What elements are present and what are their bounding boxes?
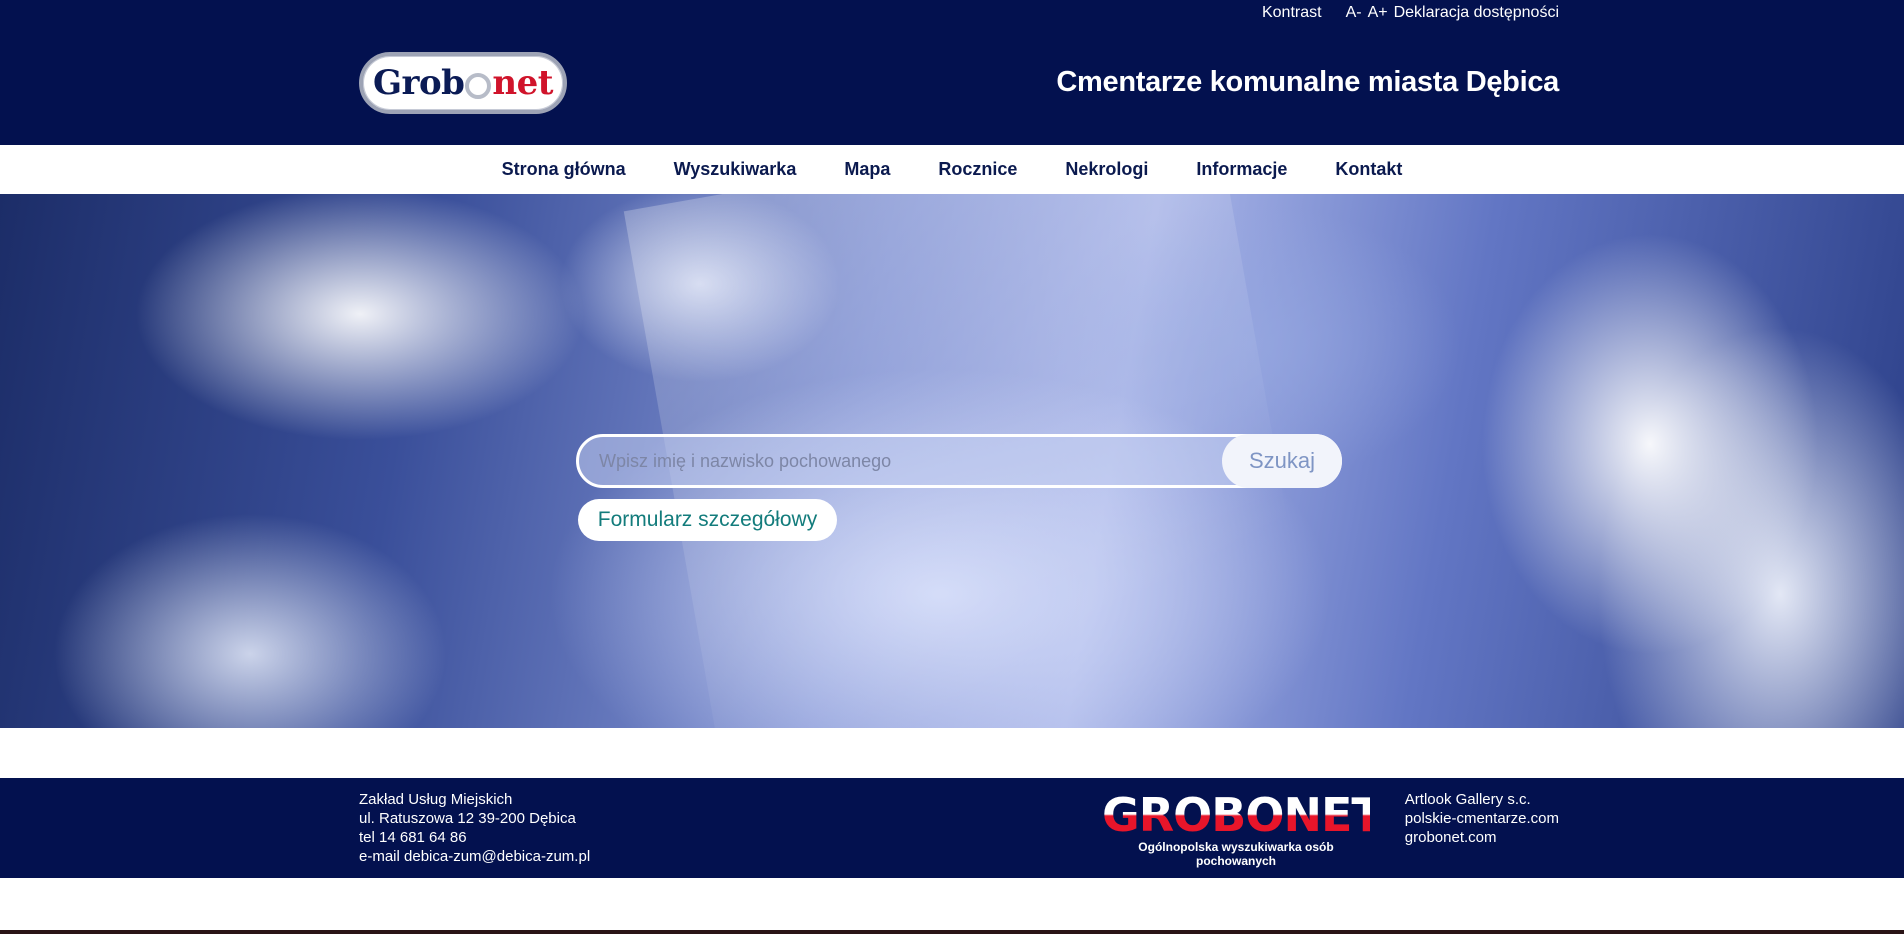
- logo-text-left: Grob: [373, 63, 465, 103]
- logo-text-right: net: [492, 63, 553, 103]
- grobonet-tagline: Ogólnopolska wyszukiwarka osób pochowany…: [1138, 840, 1334, 868]
- footer: Zakład Usług Miejskich ul. Ratuszowa 12 …: [0, 778, 1904, 878]
- header-bar: Kontrast A- A+ Deklaracja dostępności Gr…: [0, 0, 1904, 145]
- search-button[interactable]: Szukaj: [1222, 434, 1342, 488]
- search-bar: Szukaj: [576, 434, 1342, 488]
- address-line-email[interactable]: e-mail debica-zum@debica-zum.pl: [359, 847, 590, 866]
- main-nav: Strona główna Wyszukiwarka Mapa Rocznice…: [0, 145, 1904, 194]
- nav-item-information[interactable]: Informacje: [1196, 159, 1287, 180]
- footer-link-polskie-cmentarze[interactable]: polskie-cmentarze.com: [1405, 809, 1559, 828]
- detailed-form-button[interactable]: Formularz szczegółowy: [578, 499, 837, 541]
- logo-ring-icon: [465, 73, 492, 99]
- footer-link-artlook[interactable]: Artlook Gallery s.c.: [1405, 790, 1559, 809]
- nav-item-home[interactable]: Strona główna: [502, 159, 626, 180]
- font-increase-button[interactable]: A+: [1368, 4, 1388, 22]
- nav-item-map[interactable]: Mapa: [844, 159, 890, 180]
- grobonet-footer-logo[interactable]: GROBONET Ogólnopolska wyszukiwarka osób …: [1102, 788, 1383, 868]
- address-line-street: ul. Ratuszowa 12 39-200 Dębica: [359, 810, 576, 827]
- nav-item-obituaries[interactable]: Nekrologi: [1065, 159, 1148, 180]
- hero-sky-banner: Szukaj Formularz szczegółowy: [0, 194, 1904, 728]
- site-title: Cmentarze komunalne miasta Dębica: [1056, 66, 1559, 98]
- font-decrease-button[interactable]: A-: [1346, 4, 1362, 22]
- bottom-divider: [0, 930, 1904, 934]
- accessibility-statement-link[interactable]: Deklaracja dostępności: [1394, 4, 1559, 22]
- accessibility-bar: Kontrast A- A+ Deklaracja dostępności: [1262, 4, 1559, 22]
- contrast-toggle[interactable]: Kontrast: [1262, 4, 1322, 22]
- address-line-phone: tel 14 681 64 86: [359, 829, 467, 846]
- footer-link-grobonet[interactable]: grobonet.com: [1405, 828, 1559, 847]
- grobonet-wordmark: GROBONET: [1102, 788, 1383, 842]
- address-line-org: Zakład Usług Miejskich: [359, 791, 513, 808]
- footer-address: Zakład Usług Miejskich ul. Ratuszowa 12 …: [359, 790, 590, 866]
- nav-item-anniversaries[interactable]: Rocznice: [938, 159, 1017, 180]
- nav-item-search[interactable]: Wyszukiwarka: [674, 159, 797, 180]
- nav-item-contact[interactable]: Kontakt: [1335, 159, 1402, 180]
- footer-links: Artlook Gallery s.c. polskie-cmentarze.c…: [1405, 790, 1559, 847]
- grobonet-logo[interactable]: Grob net: [359, 52, 567, 114]
